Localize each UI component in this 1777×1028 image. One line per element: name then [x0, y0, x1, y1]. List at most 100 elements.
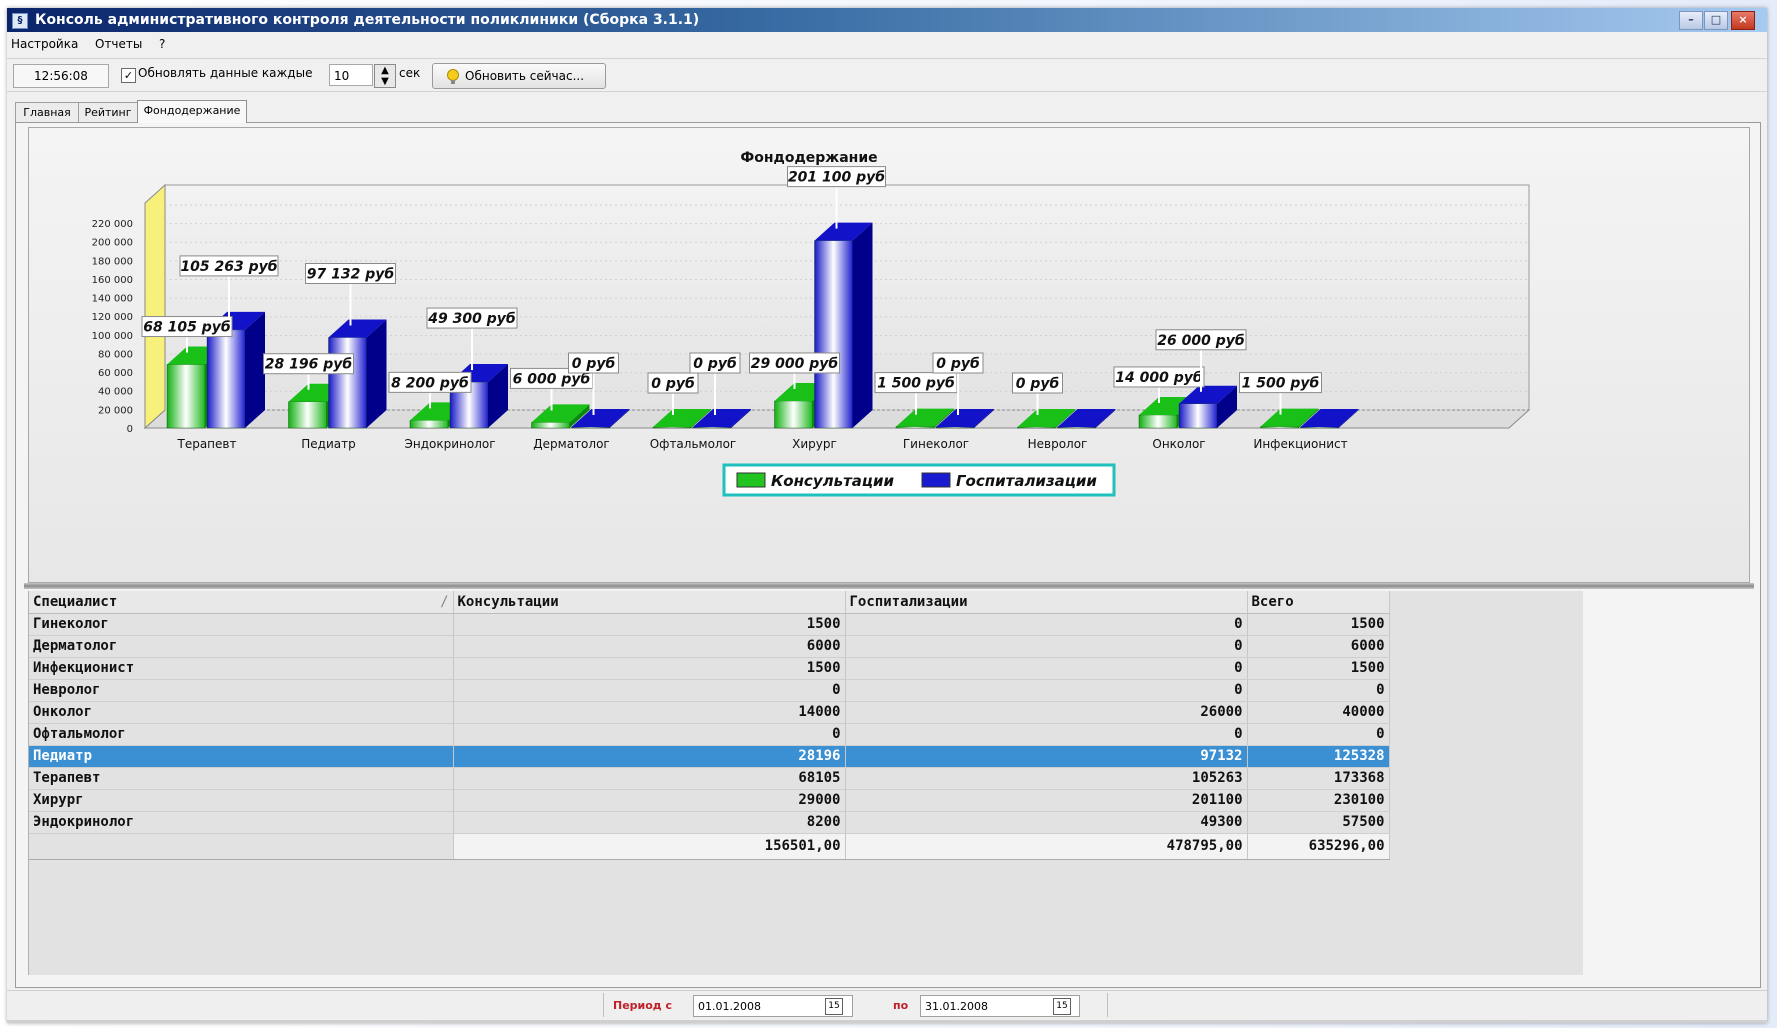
cell-specialist[interactable]: Инфекционист [29, 657, 454, 680]
chart-title: Фондодержание [740, 150, 877, 166]
interval-unit-label: сек [399, 66, 421, 80]
y-tick-label: 200 000 [92, 238, 133, 249]
cell-specialist[interactable]: Офтальмолог [29, 723, 454, 746]
cell-consultations[interactable]: 0 [453, 723, 846, 746]
bar-hospitalizations-front [571, 426, 610, 429]
data-label: 1 500 руб [1242, 376, 1320, 392]
cell-consultations[interactable]: 6000 [453, 635, 846, 658]
bar-consultations-front [774, 400, 813, 429]
bar-hospitalizations-front [1300, 426, 1339, 429]
cell-total[interactable]: 230100 [1247, 789, 1390, 812]
bar-hospitalizations-front [692, 426, 732, 429]
cell-consultations[interactable]: 68105 [453, 767, 846, 790]
cell-total[interactable]: 0 [1247, 679, 1390, 702]
close-button[interactable]: × [1731, 11, 1755, 30]
x-tick-label: Педиатр [301, 437, 355, 451]
lightbulb-icon [447, 69, 459, 84]
totals-blank-cell [29, 833, 454, 860]
cell-hospitalizations[interactable]: 97132 [845, 745, 1248, 768]
cell-total[interactable]: 125328 [1247, 745, 1390, 768]
menu-help[interactable]: ? [159, 34, 165, 54]
cell-consultations[interactable]: 1500 [453, 657, 846, 680]
legend-label: Консультации [771, 472, 895, 490]
cell-specialist[interactable]: Хирург [29, 789, 454, 812]
table-row[interactable]: Гинеколог 1500 0 1500 [29, 613, 1390, 636]
cell-total[interactable]: 57500 [1247, 811, 1390, 834]
clock-display: 12:56:08 [13, 64, 109, 88]
period-from-label: Период с [613, 999, 673, 1012]
window-bottom-edge [7, 1020, 1767, 1023]
cell-total[interactable]: 6000 [1247, 635, 1390, 658]
cell-consultations[interactable]: 14000 [453, 701, 846, 724]
table-row[interactable]: Эндокринолог 8200 49300 57500 [29, 811, 1390, 834]
maximize-button[interactable]: □ [1704, 11, 1728, 30]
table-row[interactable]: Офтальмолог 0 0 0 [29, 723, 1390, 746]
refresh-now-button[interactable]: Обновить сейчас... [432, 63, 606, 89]
y-tick-label: 80 000 [98, 349, 133, 360]
table-row[interactable]: Дерматолог 6000 0 6000 [29, 635, 1390, 658]
data-label: 26 000 руб [1157, 333, 1244, 349]
chart-area: Фондодержание 0 20 000 40 000 60 000 80 000 1… [28, 127, 1750, 583]
table-row[interactable]: Инфекционист 1500 0 1500 [29, 657, 1390, 680]
cell-hospitalizations[interactable]: 49300 [845, 811, 1248, 834]
cell-hospitalizations[interactable]: 0 [845, 679, 1248, 702]
table-row[interactable]: Терапевт 68105 105263 173368 [29, 767, 1390, 790]
cell-hospitalizations[interactable]: 105263 [845, 767, 1248, 790]
cell-consultations[interactable]: 8200 [453, 811, 846, 834]
calendar-icon[interactable]: 15 [825, 998, 843, 1015]
cell-hospitalizations[interactable]: 201100 [845, 789, 1248, 812]
total-cell: 635296,00 [1247, 833, 1390, 860]
data-label: 49 300 руб [427, 311, 515, 327]
cell-total[interactable]: 173368 [1247, 767, 1390, 790]
cell-specialist[interactable]: Невролог [29, 679, 454, 702]
cell-hospitalizations[interactable]: 0 [845, 657, 1248, 680]
cell-specialist[interactable]: Терапевт [29, 767, 454, 790]
column-header-hospitalizations[interactable]: Госпитализации [845, 591, 1248, 614]
cell-specialist[interactable]: Эндокринолог [29, 811, 454, 834]
table-row[interactable]: Невролог 0 0 0 [29, 679, 1390, 702]
x-tick-label: Офтальмолог [650, 437, 737, 451]
cell-hospitalizations[interactable]: 0 [845, 613, 1248, 636]
column-header-specialist[interactable]: Специалист / [29, 591, 454, 614]
x-tick-label: Терапевт [177, 437, 237, 451]
tab-panel: Фондодержание 0 20 000 40 000 60 000 80 000 1… [15, 122, 1761, 988]
tab-main[interactable]: Главная [15, 102, 79, 122]
cell-hospitalizations[interactable]: 0 [845, 723, 1248, 746]
cell-total[interactable]: 0 [1247, 723, 1390, 746]
cell-specialist[interactable]: Педиатр [29, 745, 454, 768]
table-row[interactable]: Онколог 14000 26000 40000 [29, 701, 1390, 724]
refresh-interval-input[interactable]: 10 [329, 64, 373, 86]
cell-total[interactable]: 40000 [1247, 701, 1390, 724]
cell-total[interactable]: 1500 [1247, 657, 1390, 680]
cell-consultations[interactable]: 28196 [453, 745, 846, 768]
stepper-down-icon[interactable]: ▼ [375, 76, 395, 87]
cell-consultations[interactable]: 1500 [453, 613, 846, 636]
cell-total[interactable]: 1500 [1247, 613, 1390, 636]
cell-specialist[interactable]: Дерматолог [29, 635, 454, 658]
column-header-consultations[interactable]: Консультации [453, 591, 846, 614]
stepper-up-icon[interactable]: ▲ [375, 65, 395, 76]
cell-hospitalizations[interactable]: 26000 [845, 701, 1248, 724]
cell-specialist[interactable]: Гинеколог [29, 613, 454, 636]
cell-specialist[interactable]: Онколог [29, 701, 454, 724]
cell-consultations[interactable]: 29000 [453, 789, 846, 812]
table-row[interactable]: Педиатр 28196 97132 125328 [29, 745, 1390, 768]
data-label: 0 руб [693, 356, 737, 372]
column-header-total[interactable]: Всего [1247, 591, 1390, 614]
splitter-handle[interactable] [24, 583, 1754, 589]
status-bar: Период с 01.01.2008 15 по 31.01.2008 15 [7, 990, 1767, 1019]
auto-refresh-checkbox[interactable]: ✓ [121, 68, 136, 83]
menu-reports[interactable]: Отчеты [95, 34, 142, 54]
cell-hospitalizations[interactable]: 0 [845, 635, 1248, 658]
calendar-icon[interactable]: 15 [1053, 998, 1071, 1015]
y-tick-label: 120 000 [92, 312, 133, 323]
fundholding-chart: Фондодержание 0 20 000 40 000 60 000 80 000 1… [92, 150, 1531, 497]
tab-rating[interactable]: Рейтинг [78, 102, 138, 122]
table-row[interactable]: Хирург 29000 201100 230100 [29, 789, 1390, 812]
cell-consultations[interactable]: 0 [453, 679, 846, 702]
menu-settings[interactable]: Настройка [11, 34, 78, 54]
tab-fundholding[interactable]: Фондодержание [137, 100, 247, 123]
interval-stepper[interactable]: ▲ ▼ [374, 64, 396, 88]
minimize-button[interactable]: – [1679, 11, 1703, 30]
x-tick-label: Невролог [1028, 437, 1088, 451]
